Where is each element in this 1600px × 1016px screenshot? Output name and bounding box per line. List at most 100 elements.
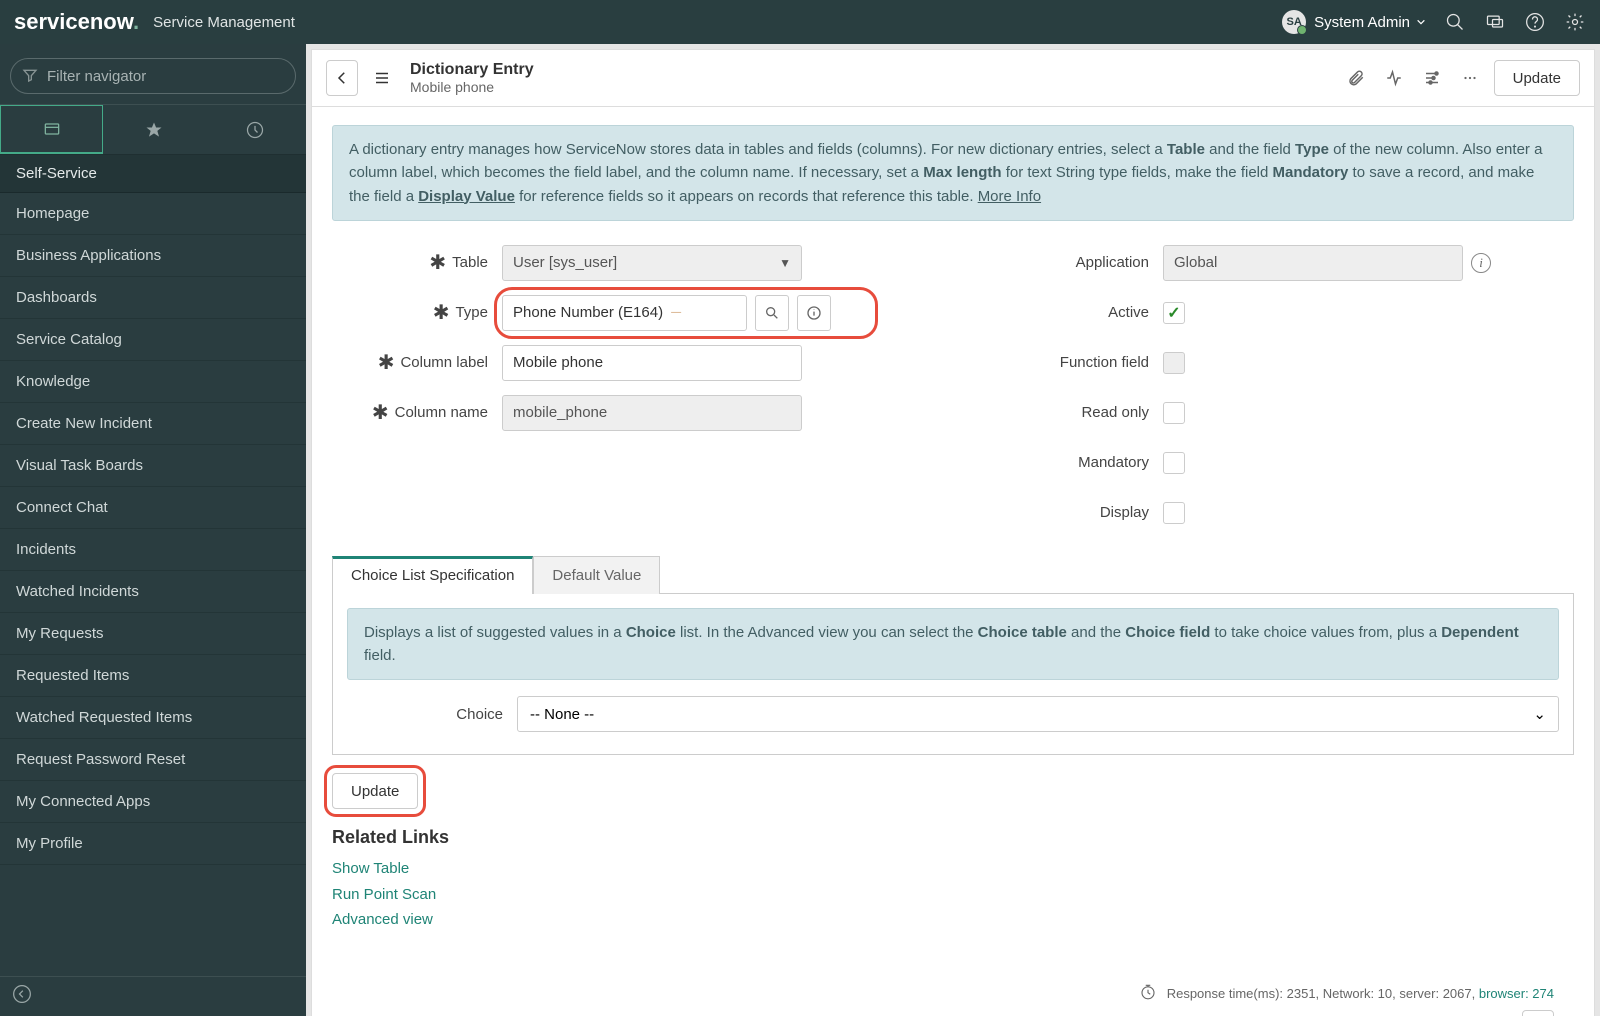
label-active: Active <box>973 304 1163 321</box>
search-icon[interactable] <box>1444 11 1466 33</box>
nav-item-requested-items[interactable]: Requested Items <box>0 655 306 697</box>
nav-item-request-password-reset[interactable]: Request Password Reset <box>0 739 306 781</box>
link-run-point-scan[interactable]: Run Point Scan <box>332 882 1574 908</box>
nav-item-connect-chat[interactable]: Connect Chat <box>0 487 306 529</box>
row-type: ✱Type Phone Number (E164)— <box>332 295 933 331</box>
personalize-icon[interactable] <box>1418 64 1446 92</box>
tab-choice-list[interactable]: Choice List Specification <box>332 556 533 594</box>
required-icon: ✱ <box>429 250 446 275</box>
stats-pre: Response time(ms): 2351, Network: 10, se… <box>1167 986 1479 1001</box>
field-table[interactable]: User [sys_user]▼ <box>502 245 802 281</box>
nav-item-service-catalog[interactable]: Service Catalog <box>0 319 306 361</box>
nav-item-my-requests[interactable]: My Requests <box>0 613 306 655</box>
nav-tab-favorites[interactable] <box>103 105 204 154</box>
more-icon[interactable] <box>1456 64 1484 92</box>
avatar: SA <box>1282 10 1306 34</box>
nav-item-create-new-incident[interactable]: Create New Incident <box>0 403 306 445</box>
menu-icon[interactable] <box>368 64 396 92</box>
choice-info-box: Displays a list of suggested values in a… <box>347 608 1559 681</box>
row-function-field: Function field <box>973 345 1574 381</box>
checkbox-active[interactable] <box>1163 302 1185 324</box>
link-advanced-view[interactable]: Advanced view <box>332 907 1574 933</box>
help-icon[interactable] <box>1524 11 1546 33</box>
checkbox-readonly[interactable] <box>1163 402 1185 424</box>
back-button[interactable] <box>326 60 358 96</box>
required-icon: ✱ <box>433 300 450 325</box>
info-bold-2: Type <box>1295 141 1329 158</box>
row-column-label: ✱Column label <box>332 345 933 381</box>
scroll-down-button[interactable]: ⌄ <box>1522 1010 1554 1016</box>
nav-item-knowledge[interactable]: Knowledge <box>0 361 306 403</box>
info-bold-5: Display Value <box>418 188 515 205</box>
user-name-text: System Admin <box>1314 14 1410 31</box>
field-type[interactable]: Phone Number (E164)— <box>502 295 747 331</box>
nav-item-watched-requested-items[interactable]: Watched Requested Items <box>0 697 306 739</box>
nav-item-business-applications[interactable]: Business Applications <box>0 235 306 277</box>
user-name: System Admin <box>1314 14 1426 31</box>
info-box: A dictionary entry manages how ServiceNo… <box>332 125 1574 221</box>
related-links: Related Links Show Table Run Point Scan … <box>332 827 1574 933</box>
label-mandatory: Mandatory <box>973 454 1163 471</box>
logo-text-1: service <box>14 9 90 34</box>
nav-item-homepage[interactable]: Homepage <box>0 193 306 235</box>
choice-info-2: list. In the Advanced view you can selec… <box>676 624 978 641</box>
update-button-wrap: Update <box>332 773 418 809</box>
nav-sidebar: Self-Service Homepage Business Applicati… <box>0 44 306 1016</box>
application-info-icon[interactable]: i <box>1471 253 1491 273</box>
more-info-link[interactable]: More Info <box>978 188 1041 205</box>
nav-collapse-icon[interactable] <box>12 984 32 1009</box>
nav-tab-history[interactable] <box>205 105 306 154</box>
content-area: Dictionary Entry Mobile phone Update A d… <box>306 44 1600 1016</box>
nav-item-dashboards[interactable]: Dashboards <box>0 277 306 319</box>
gear-icon[interactable] <box>1564 11 1586 33</box>
chat-icon[interactable] <box>1484 11 1506 33</box>
info-text-6: for reference fields so it appears on re… <box>515 188 978 205</box>
bottom-update-button[interactable]: Update <box>332 773 418 809</box>
nav-item-my-connected-apps[interactable]: My Connected Apps <box>0 781 306 823</box>
tabs-bar: Choice List Specification Default Value <box>332 555 1574 594</box>
label-column-name: ✱Column name <box>332 400 502 425</box>
tab-default-value[interactable]: Default Value <box>533 556 660 594</box>
stats-browser: browser: 274 <box>1479 986 1554 1001</box>
checkbox-mandatory[interactable] <box>1163 452 1185 474</box>
row-application: Application i <box>973 245 1574 281</box>
nav-item-my-profile[interactable]: My Profile <box>0 823 306 865</box>
field-choice[interactable]: -- None -- ⌄ <box>517 696 1559 732</box>
nav-item-visual-task-boards[interactable]: Visual Task Boards <box>0 445 306 487</box>
dirty-indicator: — <box>671 307 681 318</box>
label-table-text: Table <box>452 254 488 271</box>
nav-item-incidents[interactable]: Incidents <box>0 529 306 571</box>
info-bold-3: Max length <box>923 164 1001 181</box>
nav-tabs <box>0 105 306 155</box>
checkbox-display[interactable] <box>1163 502 1185 524</box>
choice-info-5: field. <box>364 647 396 664</box>
link-show-table[interactable]: Show Table <box>332 856 1574 882</box>
choice-info-3: and the <box>1067 624 1125 641</box>
label-column-name-text: Column name <box>395 404 488 421</box>
row-table: ✱ Table User [sys_user]▼ <box>332 245 933 281</box>
nav-body: Self-Service Homepage Business Applicati… <box>0 155 306 976</box>
label-type: ✱Type <box>332 300 502 325</box>
field-column-label[interactable] <box>502 345 802 381</box>
field-table-value: User [sys_user] <box>513 254 617 271</box>
info-bold-1: Table <box>1167 141 1205 158</box>
user-menu[interactable]: SA System Admin <box>1282 10 1426 34</box>
activity-icon[interactable] <box>1380 64 1408 92</box>
header-update-button[interactable]: Update <box>1494 60 1580 96</box>
form-col-right: Application i Active Function field <box>973 245 1574 545</box>
nav-filter-wrap <box>0 44 306 105</box>
info-text-1: A dictionary entry manages how ServiceNo… <box>349 141 1167 158</box>
type-lookup-button[interactable] <box>755 295 789 331</box>
nav-group-self-service[interactable]: Self-Service <box>0 155 306 193</box>
choice-info-1: Displays a list of suggested values in a <box>364 624 626 641</box>
nav-filter-input[interactable] <box>10 58 296 94</box>
type-info-button[interactable] <box>797 295 831 331</box>
form-col-left: ✱ Table User [sys_user]▼ ✱Type Phone Numb… <box>332 245 933 445</box>
header-title: Dictionary Entry <box>410 61 534 79</box>
nav-tab-all[interactable] <box>0 105 103 154</box>
clock-icon <box>1139 983 1157 1004</box>
attachment-icon[interactable] <box>1342 64 1370 92</box>
nav-item-watched-incidents[interactable]: Watched Incidents <box>0 571 306 613</box>
footer-stats: Response time(ms): 2351, Network: 10, se… <box>332 983 1574 1010</box>
row-readonly: Read only <box>973 395 1574 431</box>
